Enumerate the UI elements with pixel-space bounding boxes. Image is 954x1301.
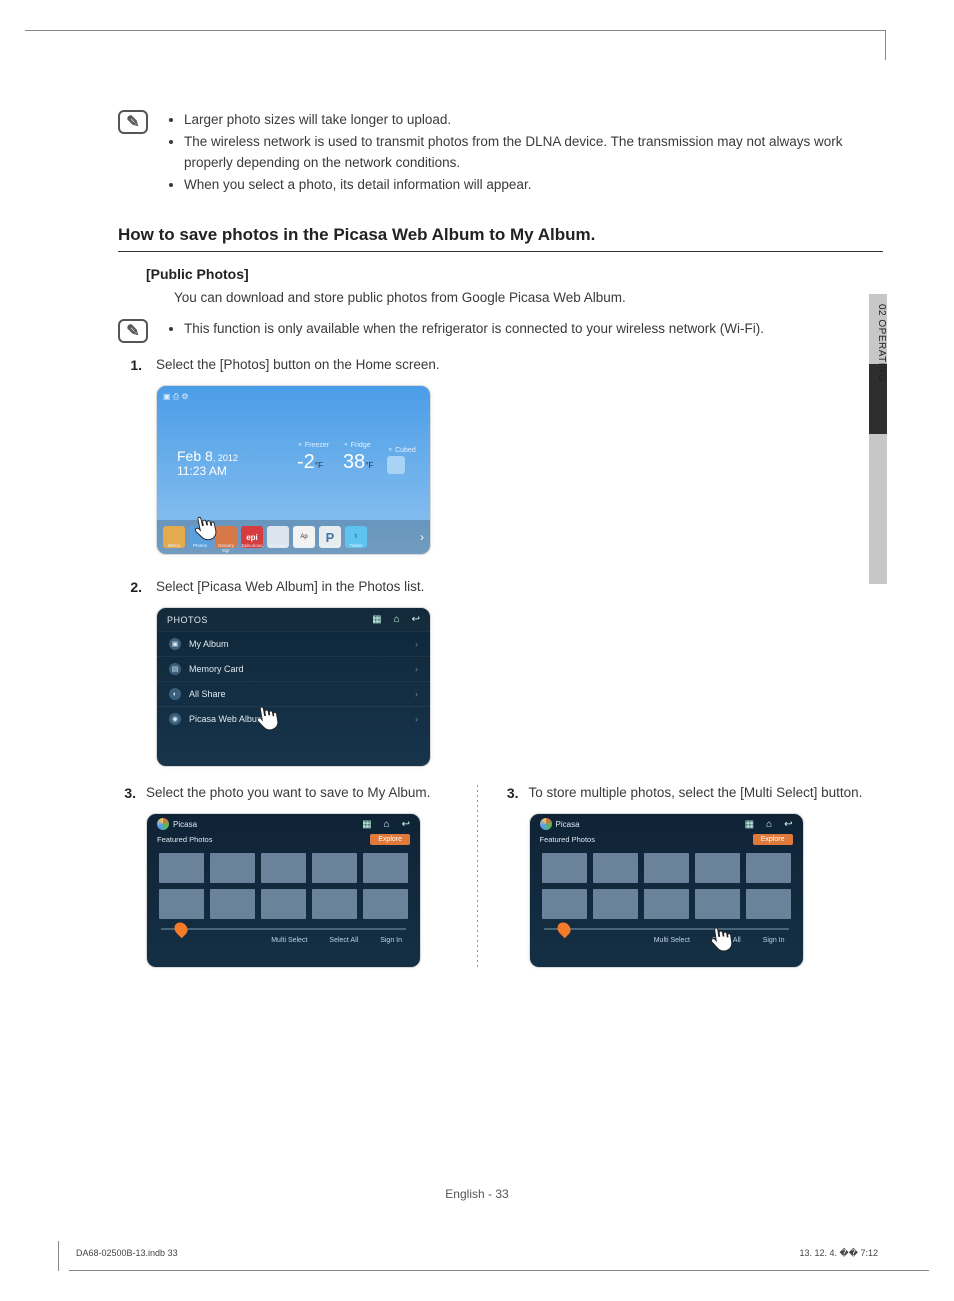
- step-number: 2.: [118, 579, 156, 595]
- signin-button[interactable]: Sign In: [763, 937, 785, 944]
- photo-thumb[interactable]: [593, 889, 638, 919]
- multiselect-button[interactable]: Multi Select: [654, 937, 690, 944]
- list-item-my-album[interactable]: ▣My Album›: [157, 631, 430, 656]
- print-timestamp: 13. 12. 4. �� 7:12: [799, 1248, 878, 1259]
- step-number: 1.: [118, 357, 156, 373]
- list-item-memory-card[interactable]: ▤Memory Card›: [157, 656, 430, 681]
- photo-thumb[interactable]: [746, 853, 791, 883]
- print-file: DA68-02500B-13.indb 33: [76, 1248, 178, 1259]
- pointer-hand-icon: [188, 511, 222, 548]
- step-text: Select [Picasa Web Album] in the Photos …: [156, 579, 883, 595]
- home-date: Feb 8, 2012: [177, 448, 238, 464]
- picasa-logo-icon: [540, 818, 552, 830]
- section-title: How to save photos in the Picasa Web Alb…: [118, 225, 883, 245]
- crop-mark: [69, 1270, 929, 1271]
- photo-thumb[interactable]: [261, 853, 306, 883]
- back-icon[interactable]: ↩: [402, 819, 410, 830]
- photo-thumb[interactable]: [210, 853, 255, 883]
- note-item: When you select a photo, its detail info…: [184, 175, 883, 195]
- photos-header-title: PHOTOS: [167, 615, 208, 625]
- section-rule: [118, 251, 883, 252]
- step-text: To store multiple photos, select the [Mu…: [529, 785, 884, 801]
- photo-thumb[interactable]: [746, 889, 791, 919]
- photo-thumb[interactable]: [644, 889, 689, 919]
- home-icon[interactable]: ⌂: [766, 819, 772, 830]
- back-icon[interactable]: ↩: [784, 819, 792, 830]
- status-icons: ▣ ⎙ ⚙: [163, 392, 189, 402]
- note-icon: ✎: [118, 319, 156, 343]
- step-number: 3.: [501, 785, 529, 801]
- photo-thumb[interactable]: [159, 889, 204, 919]
- step-text: Select the photo you want to save to My …: [146, 785, 501, 801]
- note-item: This function is only available when the…: [184, 319, 764, 339]
- photo-thumb[interactable]: [695, 889, 740, 919]
- crop-mark: [885, 30, 886, 60]
- screenshot-picasa-grid: Picasa▦⌂↩ Featured PhotosExplore Multi S…: [146, 813, 421, 968]
- ice-mode: ⚬ Cubed: [387, 446, 415, 474]
- grid-icon[interactable]: ▦: [745, 819, 754, 830]
- photo-thumb[interactable]: [542, 853, 587, 883]
- photo-thumb[interactable]: [312, 853, 357, 883]
- note-icon: ✎: [118, 110, 156, 134]
- picasa-logo-icon: [157, 818, 169, 830]
- home-icon[interactable]: ⌂: [384, 819, 390, 830]
- grid-icon[interactable]: ▦: [362, 819, 371, 830]
- explore-button[interactable]: Explore: [370, 834, 410, 845]
- appbar-next-icon[interactable]: ›: [420, 530, 424, 544]
- crop-mark: [58, 1241, 59, 1271]
- crop-mark: [25, 30, 885, 31]
- signin-button[interactable]: Sign In: [380, 937, 402, 944]
- note-item: Larger photo sizes will take longer to u…: [184, 110, 883, 130]
- step-text: Select the [Photos] button on the Home s…: [156, 357, 883, 373]
- page-footer: English - 33: [0, 1187, 954, 1201]
- sub-heading: [Public Photos]: [146, 266, 883, 282]
- selectall-button[interactable]: Select All: [329, 937, 358, 944]
- back-icon[interactable]: ↩: [412, 614, 420, 625]
- freezer-temp: ⚬ Freezer-2°F: [297, 441, 329, 474]
- list-item-allshare[interactable]: ◐All Share›: [157, 681, 430, 706]
- photo-thumb[interactable]: [210, 889, 255, 919]
- print-metadata: DA68-02500B-13.indb 33 13. 12. 4. �� 7:1…: [76, 1248, 878, 1259]
- notes-top: Larger photo sizes will take longer to u…: [166, 110, 883, 197]
- featured-label: Featured Photos: [540, 835, 595, 844]
- list-item-picasa[interactable]: ◉Picasa Web Album›: [157, 706, 430, 731]
- note-item: The wireless network is used to transmit…: [184, 132, 883, 173]
- photo-thumb[interactable]: [542, 889, 587, 919]
- home-icon[interactable]: ⌂: [394, 614, 400, 625]
- photo-thumb[interactable]: [363, 853, 408, 883]
- sub-intro-text: You can download and store public photos…: [174, 290, 883, 305]
- photo-thumb[interactable]: [593, 853, 638, 883]
- home-time: 11:23 AM: [177, 464, 238, 478]
- screenshot-photos-list: PHOTOS ▦ ⌂ ↩ ▣My Album› ▤Memory Card› ◐All…: [156, 607, 431, 767]
- page-slider[interactable]: [544, 925, 789, 933]
- photo-thumb[interactable]: [695, 853, 740, 883]
- photo-thumb[interactable]: [159, 853, 204, 883]
- pointer-hand-icon: [704, 923, 736, 959]
- multiselect-button[interactable]: Multi Select: [271, 937, 307, 944]
- photo-thumb[interactable]: [363, 889, 408, 919]
- screenshot-picasa-multiselect: Picasa▦⌂↩ Featured PhotosExplore Multi S…: [529, 813, 804, 968]
- screenshot-home-screen: ▣ ⎙ ⚙ Feb 8, 2012 11:23 AM ⚬ Freezer-2°F…: [156, 385, 431, 555]
- page-slider[interactable]: [161, 925, 406, 933]
- photo-thumb[interactable]: [312, 889, 357, 919]
- column-divider: [477, 785, 478, 968]
- explore-button[interactable]: Explore: [753, 834, 793, 845]
- step-number: 3.: [118, 785, 146, 801]
- fridge-temp: ⚬ Fridge38°F: [343, 441, 373, 474]
- photo-thumb[interactable]: [261, 889, 306, 919]
- pointer-hand-icon: [250, 702, 283, 738]
- photo-thumb[interactable]: [644, 853, 689, 883]
- featured-label: Featured Photos: [157, 835, 212, 844]
- notes-mid: This function is only available when the…: [166, 319, 764, 341]
- grid-icon[interactable]: ▦: [372, 614, 381, 625]
